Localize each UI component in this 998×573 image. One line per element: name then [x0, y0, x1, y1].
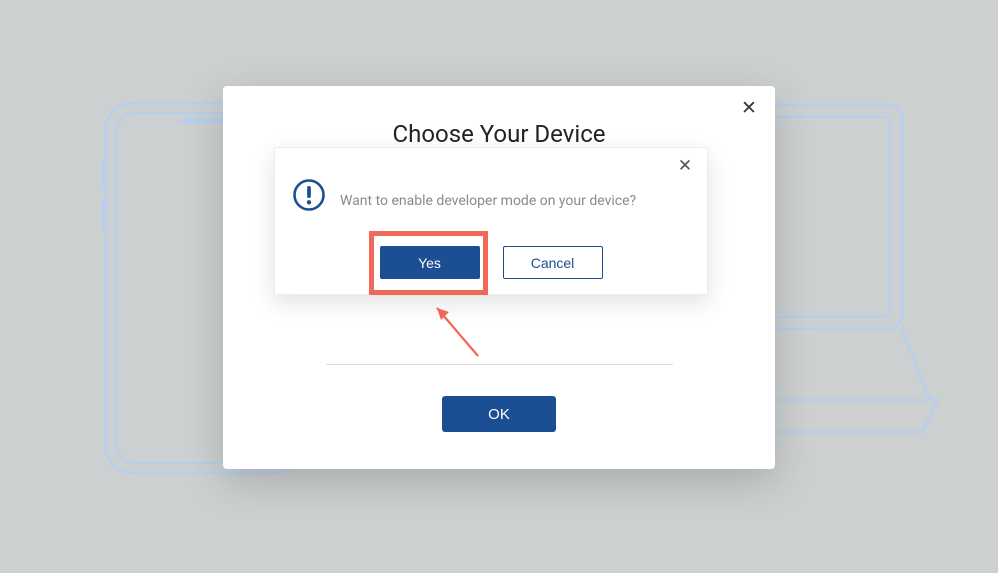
- close-icon[interactable]: ✕: [738, 97, 760, 119]
- close-icon[interactable]: ✕: [675, 156, 695, 176]
- yes-button[interactable]: Yes: [380, 246, 480, 279]
- info-icon: [292, 178, 326, 212]
- confirm-dialog: ✕ Want to enable developer mode on your …: [274, 147, 708, 295]
- modal-title: Choose Your Device: [223, 120, 775, 148]
- confirm-message: Want to enable developer mode on your de…: [340, 193, 636, 209]
- confirm-button-row: Yes Cancel: [275, 246, 707, 279]
- choose-device-modal: ✕ Choose Your Device ✕ Want to enable de…: [223, 86, 775, 469]
- divider: [326, 364, 673, 365]
- cancel-button[interactable]: Cancel: [503, 246, 603, 279]
- ok-button[interactable]: OK: [442, 396, 556, 432]
